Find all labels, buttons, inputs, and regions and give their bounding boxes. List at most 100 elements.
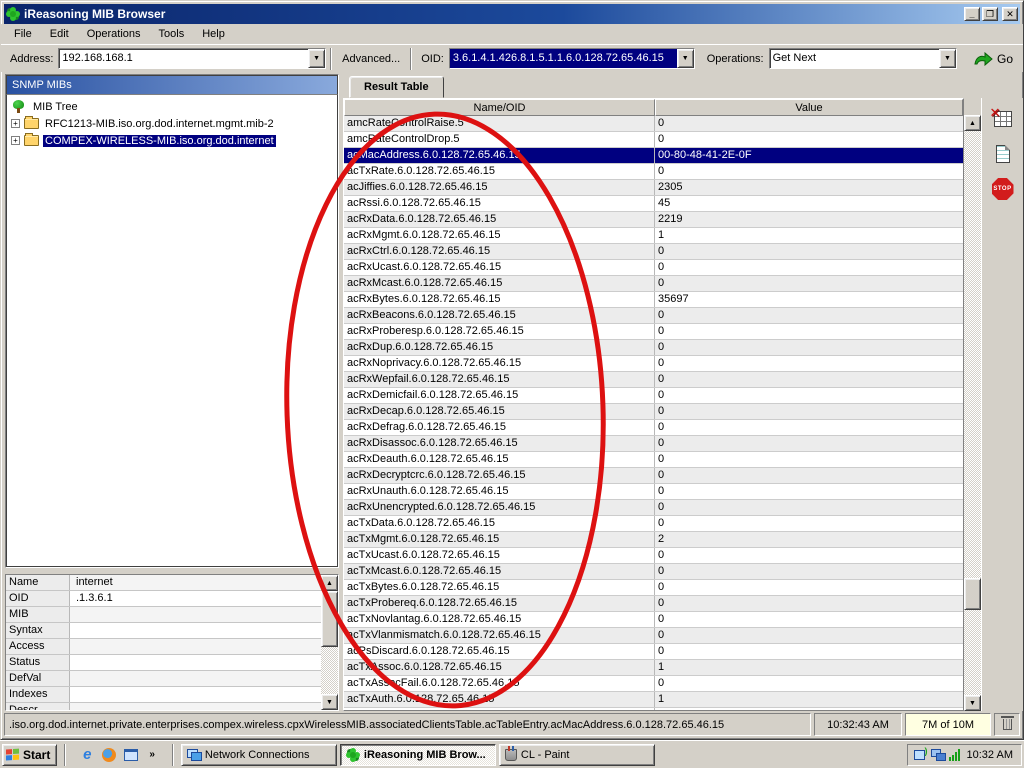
table-row[interactable]: acRxBytes.6.0.128.72.65.46.1535697 — [344, 292, 963, 308]
menu-tools[interactable]: Tools — [150, 26, 194, 42]
property-value — [70, 639, 321, 654]
expand-icon[interactable]: + — [11, 136, 20, 145]
table-row[interactable]: acPsDiscard.6.0.128.72.65.46.150 — [344, 644, 963, 660]
oid-combobox[interactable]: 3.6.1.4.1.426.8.1.5.1.1.6.0.128.72.65.46… — [449, 48, 695, 69]
table-row[interactable]: acRxUnauth.6.0.128.72.65.46.150 — [344, 484, 963, 500]
table-row[interactable]: acTxAuthFail.6.0.128.72.65.46.150 — [344, 708, 963, 710]
column-header-name-oid[interactable]: Name/OID — [344, 99, 655, 116]
tree-node-label[interactable]: RFC1213-MIB.iso.org.dod.internet.mgmt.mi… — [43, 118, 276, 130]
cell-value: 0 — [655, 452, 963, 467]
start-button[interactable]: Start — [2, 744, 57, 766]
table-row[interactable]: acMacAddress.6.0.128.72.65.46.1500-80-48… — [344, 148, 963, 164]
address-combobox[interactable]: 192.168.168.1 ▼ — [58, 48, 326, 69]
maximize-button[interactable]: ❐ — [982, 7, 998, 21]
menu-file[interactable]: File — [5, 26, 41, 42]
table-row[interactable]: acTxAssocFail.6.0.128.72.65.46.150 — [344, 676, 963, 692]
cell-value: 0 — [655, 308, 963, 323]
cell-name-oid: acRxDisassoc.6.0.128.72.65.46.15 — [344, 436, 655, 451]
table-row[interactable]: acRxDefrag.6.0.128.72.65.46.150 — [344, 420, 963, 436]
property-name: Name — [6, 575, 70, 590]
table-row[interactable]: acRxNoprivacy.6.0.128.72.65.46.150 — [344, 356, 963, 372]
table-row[interactable]: acTxNovlantag.6.0.128.72.65.46.150 — [344, 612, 963, 628]
table-row[interactable]: acTxVlanmismatch.6.0.128.72.65.46.150 — [344, 628, 963, 644]
tree-node-label[interactable]: COMPEX-WIRELESS-MIB.iso.org.dod.internet — [43, 135, 276, 147]
app-window-icon[interactable] — [123, 747, 139, 763]
memory-indicator[interactable]: 7M of 10M — [905, 713, 991, 736]
ie-icon[interactable]: e — [79, 747, 95, 763]
table-row[interactable]: acRxDemicfail.6.0.128.72.65.46.150 — [344, 388, 963, 404]
new-document-button[interactable] — [989, 141, 1017, 167]
table-row[interactable]: acRxCtrl.6.0.128.72.65.46.150 — [344, 244, 963, 260]
signal-bars-icon[interactable] — [949, 749, 963, 761]
menu-operations[interactable]: Operations — [78, 26, 150, 42]
table-row[interactable]: acTxData.6.0.128.72.65.46.150 — [344, 516, 963, 532]
table-row[interactable]: acRxData.6.0.128.72.65.46.152219 — [344, 212, 963, 228]
table-row[interactable]: acRxBeacons.6.0.128.72.65.46.150 — [344, 308, 963, 324]
tree-root-label: MIB Tree — [31, 101, 80, 113]
table-row[interactable]: amcRateControlDrop.50 — [344, 132, 963, 148]
tab-result-table[interactable]: Result Table — [349, 76, 444, 98]
table-row[interactable]: acTxRate.6.0.128.72.65.46.150 — [344, 164, 963, 180]
chevron-down-icon[interactable]: ▼ — [308, 49, 325, 68]
table-row[interactable]: acTxMgmt.6.0.128.72.65.46.152 — [344, 532, 963, 548]
scrollbar-thumb[interactable] — [964, 578, 981, 610]
table-row[interactable]: acTxUcast.6.0.128.72.65.46.150 — [344, 548, 963, 564]
table-row[interactable]: acRxDecryptcrc.6.0.128.72.65.46.150 — [344, 468, 963, 484]
scroll-down-icon[interactable]: ▼ — [964, 695, 981, 711]
operations-value[interactable]: Get Next — [770, 49, 939, 68]
network-computers-icon[interactable] — [931, 749, 945, 760]
address-value[interactable]: 192.168.168.1 — [59, 49, 308, 68]
table-row[interactable]: acRxDup.6.0.128.72.65.46.150 — [344, 340, 963, 356]
scroll-up-icon[interactable]: ▲ — [964, 115, 981, 131]
table-row[interactable]: acRssi.6.0.128.72.65.46.1545 — [344, 196, 963, 212]
properties-scrollbar[interactable]: ▲ ▼ — [321, 575, 338, 710]
table-row[interactable]: acJiffies.6.0.128.72.65.46.152305 — [344, 180, 963, 196]
table-row[interactable]: acRxDecap.6.0.128.72.65.46.150 — [344, 404, 963, 420]
chevron-more-icon[interactable]: » — [145, 749, 159, 760]
stop-button[interactable]: STOP — [989, 176, 1017, 202]
garbage-collect-button[interactable] — [994, 713, 1020, 736]
task-button-cl-paint[interactable]: CL - Paint — [499, 744, 655, 766]
cell-name-oid: acRxMgmt.6.0.128.72.65.46.15 — [344, 228, 655, 243]
table-row[interactable]: acTxMcast.6.0.128.72.65.46.150 — [344, 564, 963, 580]
advanced-button[interactable]: Advanced... — [336, 50, 406, 68]
expand-icon[interactable]: + — [11, 119, 20, 128]
table-row[interactable]: acTxBytes.6.0.128.72.65.46.150 — [344, 580, 963, 596]
menu-help[interactable]: Help — [193, 26, 234, 42]
chevron-down-icon[interactable]: ▼ — [677, 49, 694, 68]
table-row[interactable]: acRxDeauth.6.0.128.72.65.46.150 — [344, 452, 963, 468]
firefox-icon[interactable] — [101, 747, 117, 763]
cell-name-oid: acTxAuthFail.6.0.128.72.65.46.15 — [344, 708, 655, 710]
table-row[interactable]: acRxDisassoc.6.0.128.72.65.46.150 — [344, 436, 963, 452]
tree-root[interactable]: MIB Tree — [11, 98, 335, 115]
scroll-up-icon[interactable]: ▲ — [321, 575, 338, 591]
result-table-scrollbar[interactable]: ▲ ▼ — [964, 115, 981, 711]
wireless-status-icon[interactable] — [914, 749, 927, 760]
operations-combobox[interactable]: Get Next ▼ — [769, 48, 957, 69]
table-row[interactable]: acRxMcast.6.0.128.72.65.46.150 — [344, 276, 963, 292]
table-row[interactable]: acTxAssoc.6.0.128.72.65.46.151 — [344, 660, 963, 676]
menu-edit[interactable]: Edit — [41, 26, 78, 42]
task-button-network-connections[interactable]: Network Connections — [181, 744, 337, 766]
tree-node[interactable]: + RFC1213-MIB.iso.org.dod.internet.mgmt.m… — [9, 115, 335, 132]
chevron-down-icon[interactable]: ▼ — [939, 49, 956, 68]
table-row[interactable]: acRxUcast.6.0.128.72.65.46.150 — [344, 260, 963, 276]
cell-name-oid: acRxDeauth.6.0.128.72.65.46.15 — [344, 452, 655, 467]
table-row[interactable]: acTxProbereq.6.0.128.72.65.46.150 — [344, 596, 963, 612]
table-row[interactable]: acRxMgmt.6.0.128.72.65.46.151 — [344, 228, 963, 244]
scroll-down-icon[interactable]: ▼ — [321, 694, 338, 710]
task-button-ireasoning-mib-brow-[interactable]: iReasoning MIB Brow... — [340, 744, 496, 766]
table-row[interactable]: acTxAuth.6.0.128.72.65.46.151 — [344, 692, 963, 708]
minimize-button[interactable]: _ — [964, 7, 980, 21]
table-row[interactable]: amcRateControlRaise.50 — [344, 116, 963, 132]
table-row[interactable]: acRxUnencrypted.6.0.128.72.65.46.150 — [344, 500, 963, 516]
scrollbar-thumb[interactable] — [321, 591, 338, 647]
close-button[interactable]: ✕ — [1002, 7, 1018, 21]
table-row[interactable]: acRxWepfail.6.0.128.72.65.46.150 — [344, 372, 963, 388]
go-button[interactable]: Go — [967, 50, 1019, 68]
table-row[interactable]: acRxProberesp.6.0.128.72.65.46.150 — [344, 324, 963, 340]
column-header-value[interactable]: Value — [655, 99, 963, 116]
clear-table-button[interactable] — [989, 106, 1017, 132]
tree-node[interactable]: + COMPEX-WIRELESS-MIB.iso.org.dod.interne… — [9, 132, 335, 149]
oid-value[interactable]: 3.6.1.4.1.426.8.1.5.1.1.6.0.128.72.65.46… — [450, 49, 677, 68]
